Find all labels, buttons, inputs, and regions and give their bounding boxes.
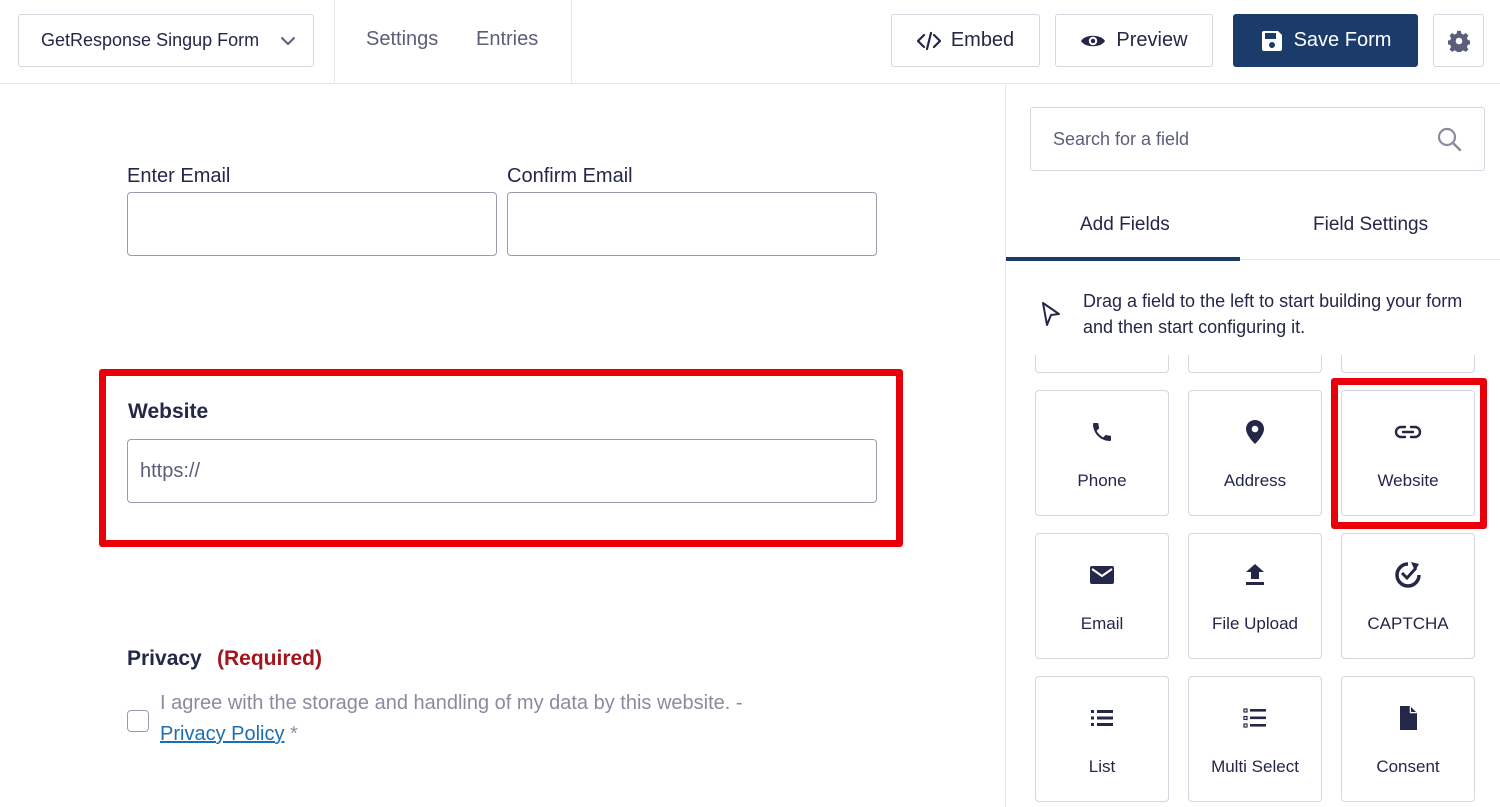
- settings-gear-button[interactable]: [1433, 14, 1484, 67]
- email-label: Enter Email: [127, 165, 231, 187]
- divider: [571, 0, 572, 84]
- phone-icon: [1093, 423, 1111, 441]
- field-tile-partial[interactable]: [1341, 355, 1475, 373]
- field-tile-list[interactable]: List: [1035, 676, 1169, 802]
- entries-link[interactable]: Entries: [476, 28, 538, 51]
- preview-button[interactable]: Preview: [1055, 14, 1213, 67]
- search-placeholder: Search for a field: [1053, 128, 1190, 149]
- website-label: Website: [128, 400, 209, 423]
- website-input[interactable]: https://: [127, 439, 877, 503]
- consent-checkbox[interactable]: [127, 710, 149, 732]
- field-tile-file-upload[interactable]: File Upload: [1188, 533, 1322, 659]
- field-search-input[interactable]: Search for a field: [1030, 107, 1485, 171]
- multi-select-icon: [1243, 708, 1266, 728]
- drag-hint-text: Drag a field to the left to start buildi…: [1083, 291, 1463, 337]
- gear-icon: [1447, 30, 1470, 52]
- consent-text: I agree with the storage and handling of…: [160, 688, 860, 750]
- field-tile-partial[interactable]: [1188, 355, 1322, 373]
- field-tile-label: Phone: [1077, 471, 1127, 490]
- confirm-email-input[interactable]: [507, 192, 877, 256]
- field-tile-label: File Upload: [1212, 614, 1298, 633]
- field-tile-phone[interactable]: Phone: [1035, 390, 1169, 516]
- document-icon: [1400, 706, 1417, 730]
- save-form-label: Save Form: [1293, 29, 1392, 51]
- list-icon: [1091, 710, 1113, 726]
- field-tile-label: List: [1088, 757, 1116, 776]
- embed-button[interactable]: Embed: [891, 14, 1040, 67]
- field-tile-email[interactable]: Email: [1035, 533, 1169, 659]
- upload-icon: [1246, 564, 1264, 585]
- top-bar: GetResponse Singup Form Settings Entries…: [0, 0, 1500, 84]
- consent-description: I agree with the storage and handling of…: [160, 692, 743, 714]
- field-tile-label: Multi Select: [1211, 757, 1299, 776]
- search-icon: [1437, 127, 1462, 152]
- map-pin-icon: [1246, 420, 1264, 444]
- field-tile-captcha[interactable]: CAPTCHA: [1341, 533, 1475, 659]
- confirm-email-label: Confirm Email: [507, 165, 633, 187]
- active-tab-indicator: [1006, 257, 1240, 261]
- field-tile-label: Consent: [1376, 757, 1440, 776]
- form-name: GetResponse Singup Form: [41, 30, 260, 50]
- privacy-policy-link[interactable]: Privacy Policy: [160, 723, 284, 745]
- field-tile-multi-select[interactable]: Multi Select: [1188, 676, 1322, 802]
- privacy-label: Privacy: [127, 647, 202, 670]
- consent-asterisk: *: [290, 723, 298, 745]
- tab-field-settings[interactable]: Field Settings: [1313, 214, 1428, 236]
- save-form-button[interactable]: Save Form: [1233, 14, 1418, 67]
- field-tile-address[interactable]: Address: [1188, 390, 1322, 516]
- tab-add-fields[interactable]: Add Fields: [1080, 214, 1170, 236]
- email-input[interactable]: [127, 192, 497, 256]
- embed-label: Embed: [950, 29, 1015, 51]
- field-tile-label: Address: [1223, 471, 1287, 490]
- eye-icon: [1081, 35, 1106, 46]
- form-selector[interactable]: GetResponse Singup Form: [18, 14, 314, 67]
- preview-label: Preview: [1116, 29, 1188, 51]
- required-indicator: (Required): [217, 647, 322, 670]
- website-tile-highlight: [1331, 378, 1487, 529]
- field-tile-consent[interactable]: Consent: [1341, 676, 1475, 802]
- field-tile-label: Email: [1080, 614, 1124, 633]
- field-tile-label: CAPTCHA: [1367, 614, 1449, 633]
- website-placeholder: https://: [140, 459, 201, 482]
- captcha-icon: [1395, 562, 1421, 588]
- envelope-icon: [1090, 566, 1114, 584]
- cursor-arrow-icon: [1042, 302, 1060, 326]
- field-tile-partial[interactable]: [1035, 355, 1169, 373]
- settings-link[interactable]: Settings: [366, 28, 438, 51]
- code-icon: [916, 31, 941, 50]
- chevron-down-icon: [281, 37, 295, 45]
- floppy-disk-icon: [1261, 30, 1282, 51]
- divider: [334, 0, 335, 84]
